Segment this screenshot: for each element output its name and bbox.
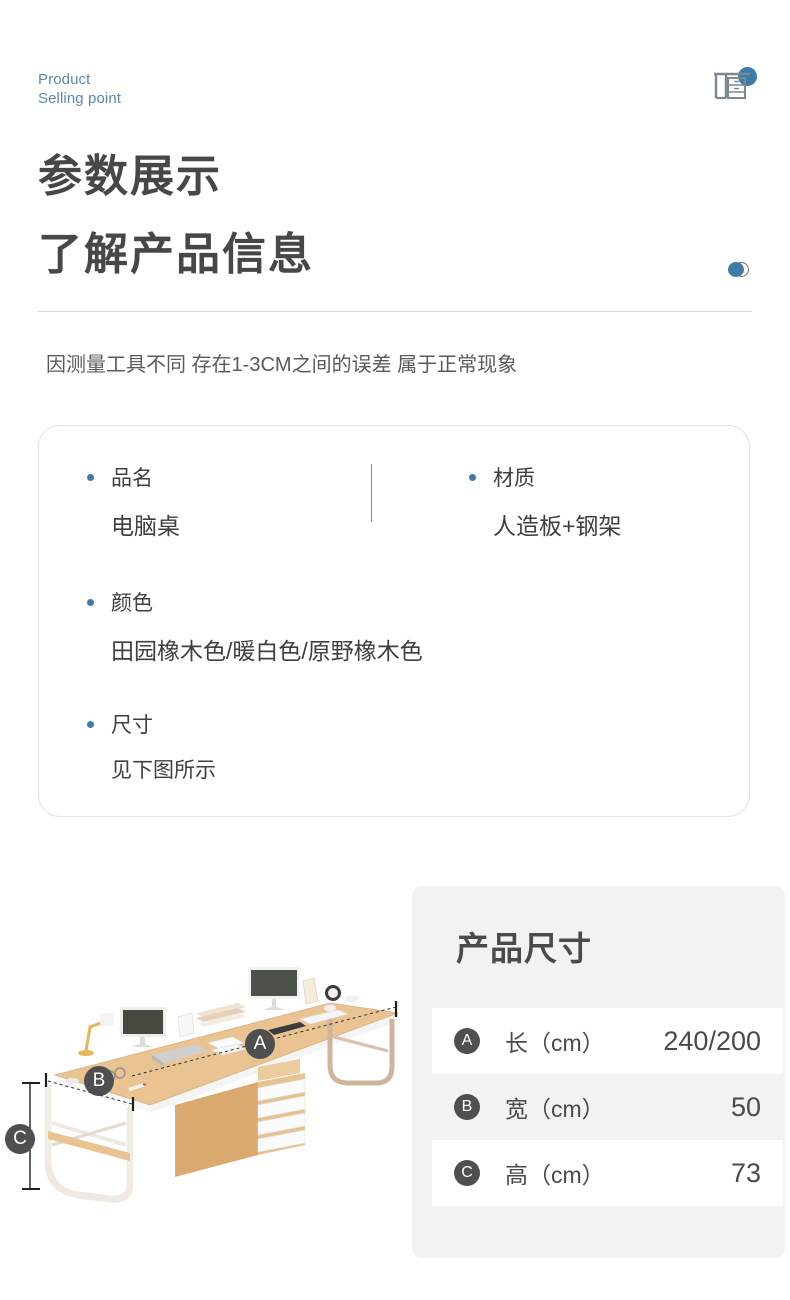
dimension-row-width: B 宽（cm） 50 [432, 1074, 783, 1140]
spec-value: 田园橡木色/暖白色/原野橡木色 [111, 638, 423, 664]
photo-label-a: A [245, 1029, 275, 1059]
spec-key-row: 品名 [87, 462, 180, 492]
spec-key: 品名 [111, 467, 153, 490]
page-title-line-2: 了解产品信息 [38, 230, 314, 279]
spec-key: 材质 [493, 467, 535, 490]
row-value: 50 [730, 1091, 761, 1122]
bullet-icon [87, 720, 94, 728]
product-photo [0, 955, 410, 1215]
spec-value: 人造板+钢架 [493, 513, 622, 539]
row-label: 长（cm） [505, 1030, 605, 1056]
row-label: 高（cm） [505, 1162, 605, 1188]
moon-decoration-icon [728, 261, 750, 279]
spec-key-row: 尺寸 [87, 709, 216, 739]
dimension-row-height: C 高（cm） 73 [432, 1140, 783, 1206]
bullet-icon [87, 598, 94, 606]
row-value: 73 [730, 1157, 761, 1188]
page-title-line-1: 参数展示 [38, 152, 222, 201]
dimension-row-length: A 长（cm） 240/200 [432, 1008, 783, 1074]
spec-item-material: 材质 人造板+钢架 [469, 462, 621, 541]
row-label: 宽（cm） [505, 1096, 605, 1122]
dimension-panel-title: 产品尺寸 [456, 930, 592, 967]
spec-key: 颜色 [111, 592, 153, 615]
row-badge-c: C [454, 1160, 480, 1186]
moon-fill [728, 262, 744, 277]
bullet-icon [469, 473, 476, 481]
spec-item-color: 颜色 田园橡木色/暖白色/原野橡木色 [87, 587, 423, 666]
spec-key-row: 材质 [469, 462, 621, 492]
eyebrow-label: Product Selling point [38, 71, 122, 107]
spec-key-row: 颜色 [87, 587, 423, 617]
desk-icon [712, 60, 762, 108]
row-value: 240/200 [663, 1025, 761, 1056]
photo-label-b: B [84, 1066, 114, 1096]
photo-label-c: C [5, 1124, 35, 1154]
spec-card: 品名 电脑桌 材质 人造板+钢架 颜色 田园橡木色/暖白色/原野橡木色 尺寸 见… [38, 425, 750, 817]
measurement-note: 因测量工具不同 存在1-3CM之间的误差 属于正常现象 [46, 354, 518, 376]
spec-item-size: 尺寸 见下图所示 [87, 709, 216, 784]
spec-column-divider [371, 464, 372, 522]
spec-item-product-name: 品名 电脑桌 [87, 462, 180, 541]
bullet-icon [87, 473, 94, 481]
spec-key: 尺寸 [111, 714, 153, 737]
spec-value: 见下图所示 [111, 759, 216, 782]
row-badge-a: A [454, 1028, 480, 1054]
row-badge-b: B [454, 1094, 480, 1120]
header-divider [38, 311, 752, 312]
spec-value: 电脑桌 [111, 513, 180, 539]
